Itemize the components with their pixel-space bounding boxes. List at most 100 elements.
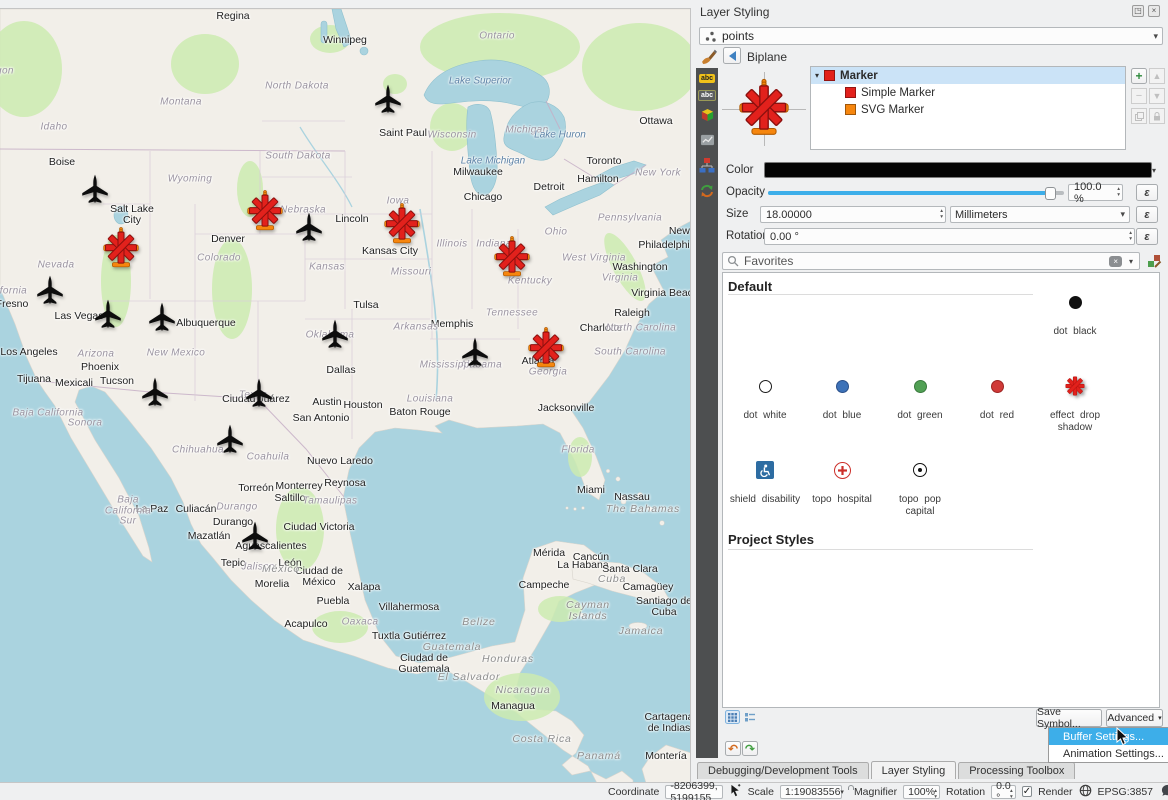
add-symbol-layer-button[interactable]: + [1131,68,1147,84]
style-item-topo-pop-capital[interactable]: topo pop capital [882,455,958,517]
panel-title: Layer Styling [700,5,769,19]
opacity-slider[interactable] [768,191,1064,195]
simple-marker-swatch [845,87,856,98]
list-view-button[interactable] [742,710,757,724]
style-gallery: Default Project Styles dot black dot whi… [722,272,1160,708]
3d-view-icon[interactable] [700,108,715,126]
remove-symbol-layer-button[interactable]: − [1131,88,1147,104]
style-manager-icon[interactable] [1146,253,1162,272]
gallery-section-title: Project Styles [728,532,814,547]
style-item-dot-green[interactable]: dot green [882,371,958,422]
style-item-label: dot green [882,410,958,422]
diagrams-icon[interactable] [700,133,715,150]
search-icon [727,255,739,267]
menu-item-buffer-settings-[interactable]: Buffer Settings... [1049,728,1168,745]
style-item-dot-red[interactable]: dot red [959,371,1035,422]
dot-black-icon [1037,287,1113,317]
callouts-icon[interactable]: abc [698,90,716,101]
dependencies-icon[interactable] [699,157,715,176]
render-checkbox[interactable]: ✓ [1022,786,1032,797]
style-item-dot-blue[interactable]: dot blue [804,371,880,422]
mouse-tracking-icon[interactable] [729,784,742,800]
magnifier-spinbox[interactable]: 100%▴▾ [903,785,940,799]
crs-value: EPSG:3857 [1098,786,1153,798]
scale-value: 1:19083556 [785,786,840,798]
style-item-topo-hospital[interactable]: topo hospital [804,455,880,506]
color-dropdown-arrow[interactable]: ▾ [1152,162,1164,178]
coordinate-input[interactable]: -8206399, 5199155 [665,785,722,799]
size-unit-combo[interactable]: Millimeters ▾ [950,206,1130,223]
detach-panel-icon[interactable]: ◳ [1132,5,1144,17]
style-item-shield-disability[interactable]: shield disability [727,455,803,506]
mouse-cursor [1116,727,1130,747]
style-item-effect-drop-shadow[interactable]: effect drop shadow [1037,371,1113,433]
duplicate-button[interactable] [1131,108,1147,124]
symbol-layer-child[interactable]: Simple Marker [811,84,1125,101]
undo-button[interactable]: ↶ [725,741,741,756]
point-layer-icon [704,30,717,43]
crs-globe-icon[interactable] [1079,784,1092,800]
redo-button[interactable]: ↷ [742,741,758,756]
map-canvas[interactable]: ReginaWinnipegOttawaTorontoHamiltonSaint… [0,8,691,782]
opacity-slider-handle[interactable] [1045,187,1056,200]
style-search-input[interactable]: Favorites × ▾ [722,252,1140,270]
status-bar: Coordinate -8206399, 5199155 Scale 1:190… [0,782,1168,800]
chevron-down-icon: ▾ [1158,714,1162,722]
chevron-down-icon[interactable]: ▾ [1127,257,1135,266]
opacity-override-button[interactable]: ε [1136,184,1158,201]
layer-selector[interactable]: points ▾ [699,27,1163,45]
styling-tab-strip: abc abc [696,68,718,758]
size-value: 18.00000 [766,209,812,221]
spin-arrows-icon[interactable]: ▴▾ [1129,230,1132,242]
size-override-button[interactable]: ε [1136,206,1158,223]
symbol-layer-child[interactable]: SVG Marker [811,101,1125,118]
jamaica [629,623,647,630]
style-item-label: dot white [727,410,803,422]
svg-marker-swatch [845,104,856,115]
qgis-window: ReginaWinnipegOttawaTorontoHamiltonSaint… [0,0,1168,800]
spin-arrows-icon[interactable]: ▴▾ [940,208,943,220]
history-icon[interactable] [699,183,715,202]
save-symbol-button[interactable]: Save Symbol... [1036,709,1102,727]
tab-processing-toolbox[interactable]: Processing Toolbox [958,762,1075,779]
opacity-spinbox[interactable]: 100.0 % ▴▾ [1068,184,1123,201]
style-item-label: dot red [959,410,1035,422]
color-swatch-button[interactable] [764,162,1152,178]
style-item-dot-black[interactable]: dot black [1037,287,1113,338]
chevron-down-icon: ▾ [1153,31,1158,42]
map-rotation-label: Rotation [946,786,985,798]
menu-item-animation-settings-[interactable]: Animation Settings... [1049,745,1168,762]
rotation-value: 0.00 ° [770,231,799,243]
style-item-label: topo hospital [804,494,880,506]
hospital-icon [804,455,880,485]
style-item-dot-white[interactable]: dot white [727,371,803,422]
tab-debugging-development-tools[interactable]: Debugging/Development Tools [697,762,869,779]
dot-green-icon [882,371,958,401]
marker-swatch [824,70,835,81]
move-down-button[interactable]: ▼ [1149,88,1165,104]
layer-selector-value: points [722,29,754,43]
size-unit-value: Millimeters [955,209,1008,221]
size-spinbox[interactable]: 18.00000 ▴▾ [760,206,946,223]
rotation-spinbox[interactable]: 0.00 ° ▴▾ [764,228,1135,245]
close-panel-icon[interactable]: × [1148,5,1160,17]
messages-icon[interactable] [1161,784,1168,800]
clear-search-icon[interactable]: × [1109,256,1122,267]
symbology-icon[interactable] [701,48,718,68]
lock-color-button[interactable] [1149,108,1165,124]
map-rotation-spinbox[interactable]: 0.0 °▴▾ [991,785,1016,799]
spin-arrows-icon[interactable]: ▴▾ [1117,186,1120,198]
symbol-layer-root[interactable]: ▾ Marker [811,67,1125,84]
icon-view-button[interactable] [725,710,740,724]
expander-icon[interactable]: ▾ [815,71,819,80]
move-up-button[interactable]: ▲ [1149,68,1165,84]
back-button[interactable] [723,47,741,64]
search-placeholder: Favorites [744,254,793,268]
tab-layer-styling[interactable]: Layer Styling [871,761,957,779]
style-item-label: dot black [1037,326,1113,338]
labels-icon[interactable]: abc [699,74,715,83]
advanced-button[interactable]: Advanced ▾ [1106,709,1163,727]
scale-combo[interactable]: 1:19083556▾ [780,785,842,799]
rotation-override-button[interactable]: ε [1136,228,1158,245]
shield-icon [727,455,803,485]
